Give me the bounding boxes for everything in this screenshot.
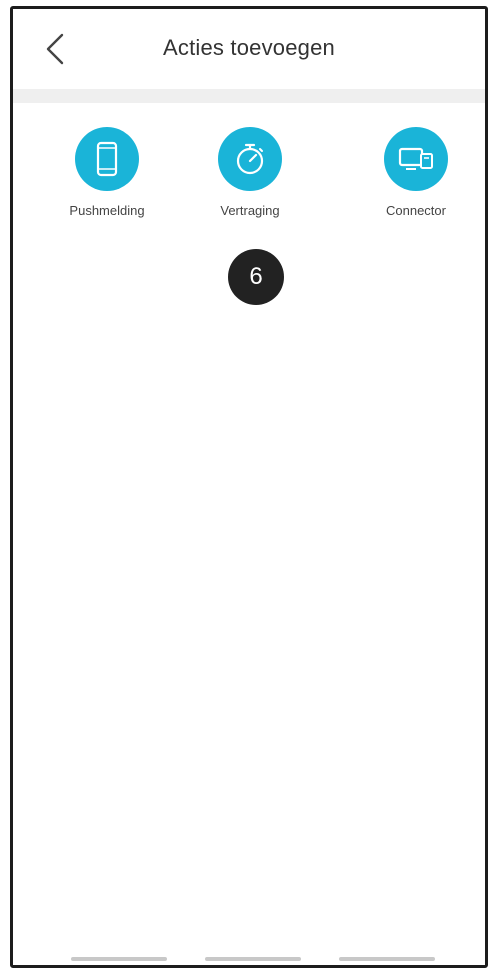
action-pushmelding[interactable]: Pushmelding: [47, 127, 167, 218]
page-title: Acties toevoegen: [163, 35, 335, 60]
bottom-indicator-bar: [71, 957, 167, 961]
action-icon-circle: [384, 127, 448, 191]
phone-screen: Acties toevoegen Pushmelding Vertraging …: [10, 6, 488, 968]
smartphone-icon: [96, 141, 118, 177]
bottom-indicator-bar: [205, 957, 301, 961]
action-connector[interactable]: Connector: [356, 127, 476, 218]
action-icon-circle: [218, 127, 282, 191]
action-icon-circle: [75, 127, 139, 191]
connector-icon: [398, 147, 433, 170]
header-divider: [13, 89, 485, 103]
step-number-badge: 6: [228, 249, 284, 305]
action-label: Connector: [386, 203, 446, 218]
action-label: Vertraging: [220, 203, 280, 218]
action-vertraging[interactable]: Vertraging: [190, 127, 310, 218]
bottom-indicators: [13, 953, 485, 961]
stopwatch-icon: [236, 143, 264, 175]
action-label: Pushmelding: [69, 203, 145, 218]
app-header: Acties toevoegen: [13, 9, 485, 89]
bottom-indicator-bar: [339, 957, 435, 961]
actions-grid: Pushmelding Vertraging Connector: [13, 127, 485, 247]
